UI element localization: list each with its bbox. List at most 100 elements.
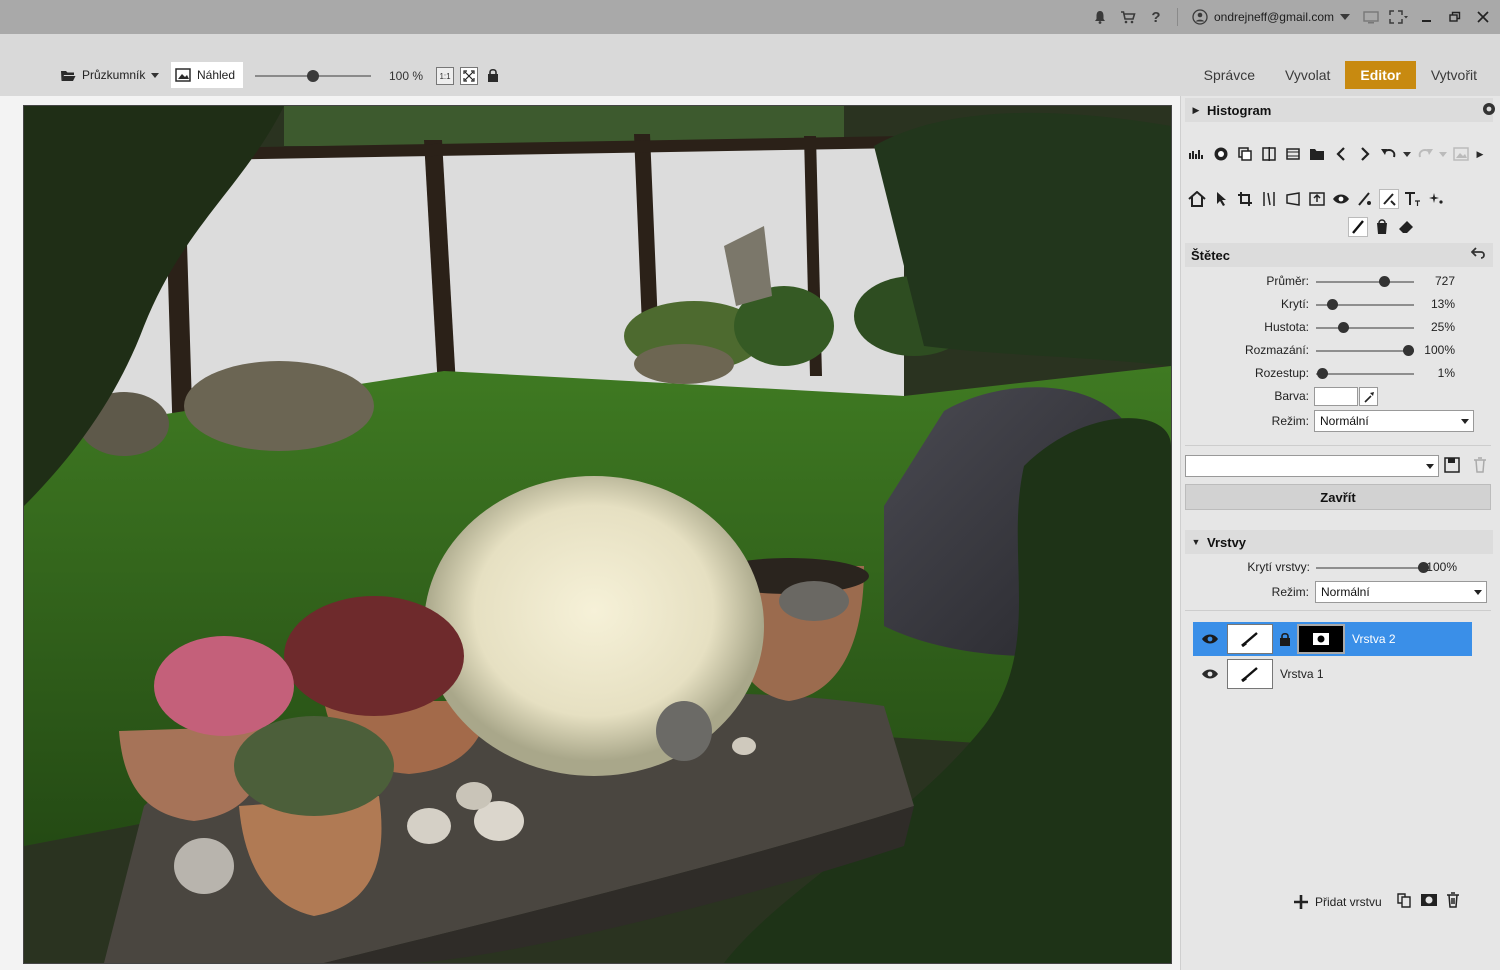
color-swatch[interactable] [1314, 387, 1358, 406]
layer-mask-thumbnail[interactable] [1297, 624, 1345, 654]
undo-icon[interactable] [1379, 144, 1399, 164]
add-layer-label: Přidat vrstvu [1315, 894, 1382, 909]
pointer-icon[interactable] [1211, 189, 1231, 209]
explorer-button[interactable]: Průzkumník [60, 62, 160, 88]
histogram-icon[interactable] [1187, 144, 1207, 164]
density-slider[interactable] [1316, 322, 1414, 333]
effects-icon[interactable] [1211, 144, 1231, 164]
bell-icon[interactable] [1089, 6, 1111, 28]
close-icon[interactable] [1472, 6, 1494, 28]
eyedropper-button[interactable] [1359, 387, 1378, 406]
tab-label: Editor [1360, 67, 1401, 83]
edited-photo[interactable] [24, 106, 1171, 963]
add-mask-icon[interactable] [1420, 893, 1438, 910]
save-preset-icon[interactable] [1444, 457, 1460, 476]
previous-icon[interactable] [1331, 144, 1351, 164]
spacing-slider-thumb[interactable] [1316, 368, 1328, 379]
close-tool-button[interactable]: Zavřít [1185, 484, 1491, 510]
compare-icon[interactable] [1259, 144, 1279, 164]
more-arrow-icon[interactable]: ▶ [1475, 144, 1485, 164]
visibility-eye-icon[interactable] [1193, 668, 1227, 680]
opacity-slider[interactable] [1316, 299, 1414, 310]
settings-icon[interactable] [1481, 101, 1497, 120]
preview-button[interactable]: Náhled [171, 62, 243, 88]
image-canvas[interactable] [0, 96, 1180, 970]
eraser-icon[interactable] [1396, 217, 1416, 237]
lock-icon[interactable] [1273, 632, 1297, 647]
cart-icon[interactable] [1117, 6, 1139, 28]
restore-icon[interactable] [1444, 6, 1466, 28]
histogram-header[interactable]: ▶ Histogram [1185, 98, 1495, 122]
minimize-icon[interactable] [1416, 6, 1438, 28]
resize-icon[interactable] [1307, 189, 1327, 209]
lock-icon[interactable] [487, 68, 499, 86]
blur-slider[interactable] [1316, 345, 1414, 356]
tab-create[interactable]: Vytvořit [1416, 61, 1492, 89]
spacing-label: Rozestup: [1254, 366, 1309, 380]
layer-row-2[interactable]: Vrstva 2 [1193, 622, 1472, 656]
monitor-icon[interactable] [1360, 6, 1382, 28]
brush-tool-icon[interactable] [1379, 189, 1399, 209]
preset-select[interactable] [1185, 455, 1439, 477]
one-to-one-button[interactable]: 1:1 [436, 67, 454, 85]
layer-opacity-slider[interactable] [1316, 562, 1429, 573]
fullscreen-icon[interactable] [1388, 6, 1410, 28]
tab-develop[interactable]: Vyvolat [1270, 61, 1345, 89]
brush-header: Štětec [1185, 243, 1493, 267]
one-to-one-label: 1:1 [439, 71, 451, 81]
delete-layer-icon[interactable] [1446, 892, 1460, 911]
effects-stars-icon[interactable] [1427, 189, 1447, 209]
layer-row-1[interactable]: Vrstva 1 [1193, 657, 1472, 691]
fit-screen-button[interactable] [460, 67, 478, 85]
opacity-row: Krytí: 13% [1181, 295, 1491, 315]
duplicate-icon[interactable] [1235, 144, 1255, 164]
filmstrip-icon[interactable] [1283, 144, 1303, 164]
reset-icon[interactable] [1470, 247, 1485, 262]
mode-label: Režim: [1271, 414, 1309, 428]
brush-subtool-row [1348, 217, 1416, 237]
home-icon[interactable] [1187, 189, 1207, 209]
retouch-icon[interactable] [1355, 189, 1375, 209]
perspective-icon[interactable] [1283, 189, 1303, 209]
crop-icon[interactable] [1235, 189, 1255, 209]
next-icon[interactable] [1355, 144, 1375, 164]
duplicate-layer-icon[interactable] [1396, 892, 1412, 911]
tab-editor[interactable]: Editor [1345, 61, 1416, 89]
expanded-arrow-icon: ▼ [1191, 537, 1201, 547]
red-eye-icon[interactable] [1331, 189, 1351, 209]
tab-manager[interactable]: Správce [1189, 61, 1270, 89]
density-label: Hustota: [1264, 320, 1309, 334]
mode-select[interactable]: Normální [1314, 410, 1474, 432]
blur-label: Rozmazání: [1244, 343, 1309, 357]
module-tabs: Správce Vyvolat Editor Vytvořit [1189, 61, 1492, 89]
spacing-slider[interactable] [1316, 368, 1414, 379]
fill-bucket-icon[interactable] [1372, 217, 1392, 237]
layer-thumbnail[interactable] [1227, 659, 1273, 689]
diameter-slider-thumb[interactable] [1378, 276, 1390, 287]
zoom-slider[interactable] [255, 70, 371, 82]
folder-icon[interactable] [1307, 144, 1327, 164]
straighten-icon[interactable] [1259, 189, 1279, 209]
brush-icon[interactable] [1348, 217, 1368, 237]
eyedropper-icon [1363, 391, 1374, 403]
help-icon[interactable]: ? [1145, 6, 1167, 28]
right-panel: ▶ Histogram ▶ Štětec Průměr: 727 Krytí: … [1180, 96, 1500, 970]
visibility-eye-icon[interactable] [1193, 633, 1227, 645]
chevron-down-icon [1426, 464, 1434, 469]
chevron-down-icon [1461, 419, 1469, 424]
density-slider-thumb[interactable] [1337, 322, 1349, 333]
add-layer-button[interactable]: Přidat vrstvu [1293, 894, 1382, 910]
density-row: Hustota: 25% [1181, 318, 1491, 338]
zoom-slider-thumb[interactable] [307, 70, 319, 82]
user-account[interactable]: ondrejneff@gmail.com [1192, 9, 1350, 25]
text-tool-icon[interactable] [1403, 189, 1423, 209]
layer-thumbnail[interactable] [1227, 624, 1273, 654]
layers-header[interactable]: ▼ Vrstvy [1185, 530, 1493, 554]
opacity-slider-thumb[interactable] [1327, 299, 1339, 310]
chevron-down-icon[interactable] [1403, 144, 1411, 164]
layer-opacity-value: 100% [1426, 560, 1457, 574]
diameter-slider[interactable] [1316, 276, 1414, 287]
brush-title: Štětec [1191, 247, 1231, 263]
layer-mode-select[interactable]: Normální [1315, 581, 1487, 603]
blur-slider-thumb[interactable] [1403, 345, 1414, 356]
